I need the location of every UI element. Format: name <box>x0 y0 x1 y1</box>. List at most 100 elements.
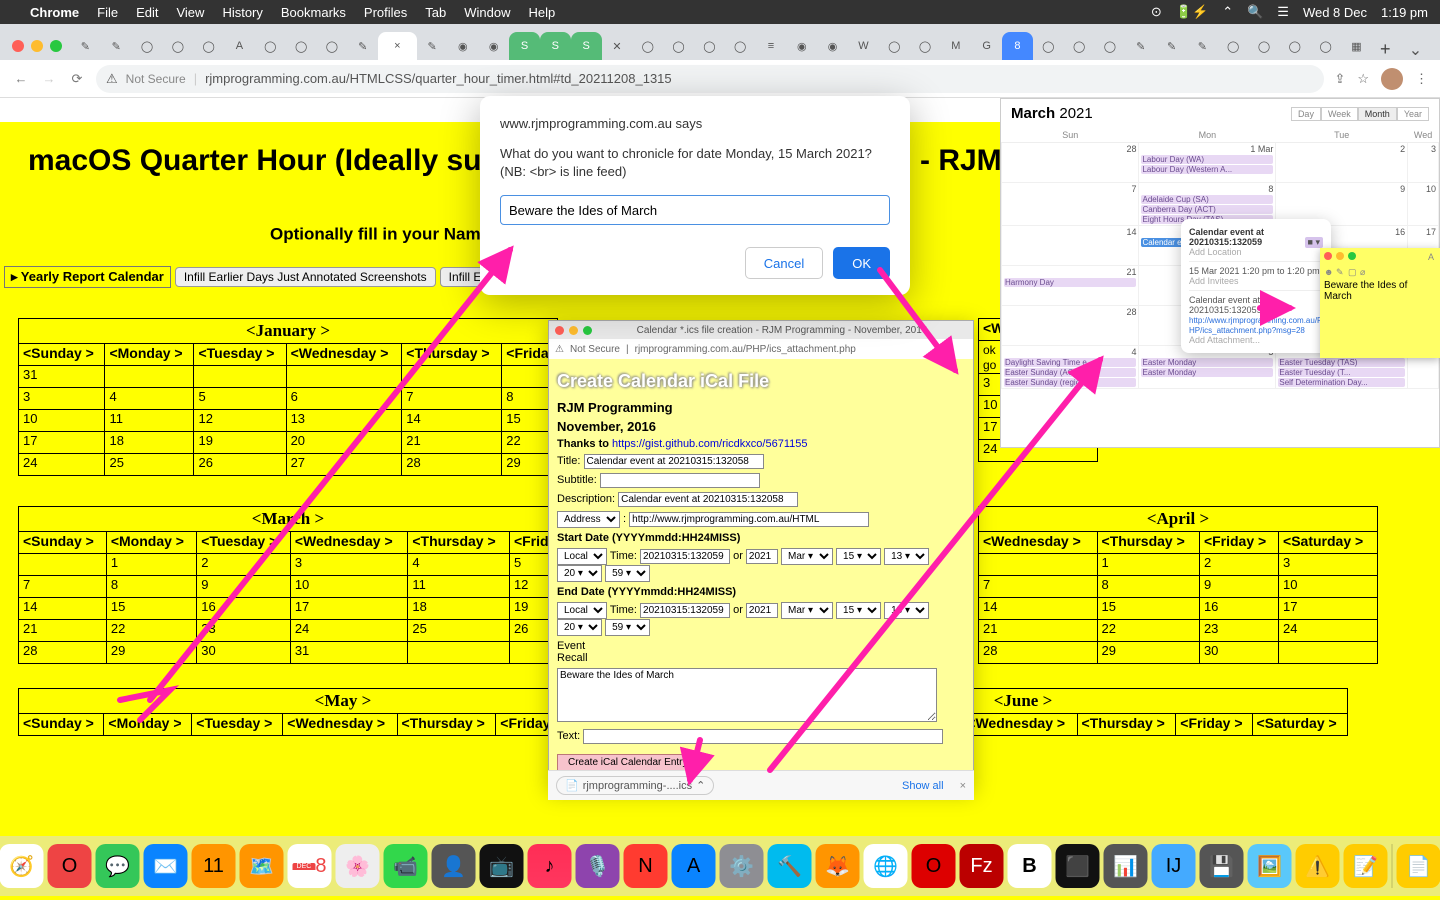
close-window-icon[interactable] <box>12 40 24 52</box>
close-icon[interactable] <box>1324 252 1332 260</box>
browser-tab[interactable]: ✕ <box>602 32 633 60</box>
browser-tab[interactable]: M <box>940 32 971 60</box>
calendar-cell[interactable]: 19 <box>194 432 286 454</box>
calendar-cell[interactable]: 27 <box>286 454 402 476</box>
calendar-cell[interactable]: 4 <box>408 554 510 576</box>
calendar-cell[interactable]: 18 <box>105 432 194 454</box>
show-all-downloads[interactable]: Show all <box>902 780 944 792</box>
calendar-cell[interactable]: 13 <box>286 410 402 432</box>
calendar-cell[interactable]: 8 <box>106 576 196 598</box>
calendar-cell[interactable]: 17 <box>1279 598 1378 620</box>
maps-icon[interactable]: 🗺️ <box>240 844 284 888</box>
calendar-cell[interactable]: 10 <box>19 410 105 432</box>
calendar-cell[interactable] <box>1279 642 1378 664</box>
ical-title-input[interactable] <box>584 454 764 469</box>
menu-view[interactable]: View <box>176 5 204 20</box>
calendar-cell[interactable]: 20 <box>286 432 402 454</box>
dialog-input[interactable] <box>500 195 890 225</box>
maccal-cell[interactable]: 3 <box>1408 143 1439 183</box>
ical-end-input[interactable] <box>640 603 730 618</box>
popover-calendar-badge[interactable]: ■ ▾ <box>1305 237 1323 248</box>
maccal-cell[interactable]: 4Daylight Saving Time e...Easter Sunday … <box>1002 346 1139 389</box>
calendar-cell[interactable] <box>194 366 286 388</box>
reload-icon[interactable]: ⟳ <box>68 71 86 87</box>
calendar-cell[interactable]: 9 <box>1199 576 1278 598</box>
calendar-cell[interactable]: 28 <box>19 642 107 664</box>
calendar-cell[interactable]: 30 <box>197 642 291 664</box>
ical-start-input[interactable] <box>640 549 730 564</box>
browser-tab[interactable]: ◯ <box>317 32 348 60</box>
browser-tab[interactable]: ◯ <box>1249 32 1280 60</box>
ical-subtitle-input[interactable] <box>600 473 760 488</box>
appstore-icon[interactable]: A <box>672 844 716 888</box>
terminal-icon[interactable]: ⬛ <box>1056 844 1100 888</box>
maccal-cell[interactable]: 14 <box>1002 226 1139 266</box>
minimize-icon[interactable] <box>1336 252 1344 260</box>
battery-icon[interactable]: 🔋⚡ <box>1176 4 1208 20</box>
browser-tab[interactable]: ◯ <box>162 32 193 60</box>
browser-tab[interactable]: ◯ <box>286 32 317 60</box>
maccal-cell[interactable]: 2 <box>1276 143 1408 183</box>
calendar-cell[interactable]: 11 <box>408 576 510 598</box>
calendar-cell[interactable]: 22 <box>106 620 196 642</box>
sticky-bold-icon[interactable]: A <box>1428 252 1434 260</box>
calendar-cell[interactable]: 3 <box>290 554 408 576</box>
calendar-cell[interactable]: 23 <box>1199 620 1278 642</box>
sticky-lock-icon[interactable]: ⌀ <box>1360 267 1368 275</box>
calendar-dock-icon[interactable]: DEC8 <box>288 844 332 888</box>
browser-tab[interactable]: ◯ <box>725 32 756 60</box>
zoom-icon[interactable] <box>583 326 592 335</box>
calendar-cell[interactable]: 23 <box>197 620 291 642</box>
calendar-cell[interactable]: 2 <box>197 554 291 576</box>
calendar-cell[interactable]: 14 <box>402 410 502 432</box>
calendar-cell[interactable]: 15 <box>106 598 196 620</box>
ical-recall-textarea[interactable]: Beware the Ides of March <box>557 668 937 722</box>
infill-annotated-button[interactable]: Infill Earlier Days Just Annotated Scree… <box>175 267 436 287</box>
messages-icon[interactable]: 💬 <box>96 844 140 888</box>
calendar-cell[interactable]: 11 <box>105 410 194 432</box>
calendar-cell[interactable]: 16 <box>197 598 291 620</box>
ical-address-select[interactable]: Address <box>557 511 620 528</box>
xcode-icon[interactable]: 🔨 <box>768 844 812 888</box>
opera-icon[interactable]: O <box>48 844 92 888</box>
menu-help[interactable]: Help <box>529 5 556 20</box>
calendar-cell[interactable]: 7 <box>402 388 502 410</box>
menu-bookmarks[interactable]: Bookmarks <box>281 5 346 20</box>
11-icon[interactable]: 11 <box>192 844 236 888</box>
b-icon[interactable]: B <box>1008 844 1052 888</box>
screen-record-icon[interactable]: ⊙ <box>1151 4 1162 20</box>
browser-tab[interactable]: ◯ <box>255 32 286 60</box>
facetime-icon[interactable]: 📹 <box>384 844 428 888</box>
back-icon[interactable]: ← <box>12 71 30 86</box>
calendar-cell[interactable] <box>979 554 1098 576</box>
browser-tab[interactable]: ◯ <box>663 32 694 60</box>
ical-tz-select[interactable]: Local <box>557 548 607 565</box>
calendar-cell[interactable]: 6 <box>286 388 402 410</box>
browser-tab[interactable]: ◉ <box>447 32 478 60</box>
calendar-cell[interactable]: 30 <box>1199 642 1278 664</box>
menu-edit[interactable]: Edit <box>136 5 158 20</box>
browser-tab[interactable]: 8 <box>1002 32 1033 60</box>
chevron-up-icon[interactable]: ⌃ <box>696 779 705 792</box>
calendar-cell[interactable]: 10 <box>290 576 408 598</box>
maccal-cell[interactable]: 7 <box>1002 183 1139 226</box>
stickies-dock-icon[interactable]: 📝 <box>1344 844 1388 888</box>
menu-tab[interactable]: Tab <box>425 5 446 20</box>
browser-tab[interactable]: ✎ <box>1187 32 1218 60</box>
calendar-cell[interactable]: 21 <box>19 620 107 642</box>
menu-window[interactable]: Window <box>464 5 510 20</box>
calendar-cell[interactable]: 25 <box>408 620 510 642</box>
browser-tab[interactable]: ◯ <box>1064 32 1095 60</box>
sticky-doc-icon[interactable]: 📄 <box>1397 844 1440 888</box>
maccal-cell[interactable]: 21Harmony Day <box>1002 266 1139 306</box>
calendar-cell[interactable]: 12 <box>194 410 286 432</box>
wifi-icon[interactable]: ⌃ <box>1222 4 1233 20</box>
browser-tab[interactable]: ✎ <box>347 32 378 60</box>
sticky-face-icon[interactable]: ☻ <box>1324 267 1332 275</box>
calendar-cell[interactable]: 24 <box>290 620 408 642</box>
chrome-menu-icon[interactable]: ⋮ <box>1415 71 1428 87</box>
browser-tab[interactable]: S <box>540 32 571 60</box>
calendar-cell[interactable]: 15 <box>1097 598 1199 620</box>
calendar-cell[interactable]: 24 <box>1279 620 1378 642</box>
calendar-cell[interactable] <box>408 642 510 664</box>
